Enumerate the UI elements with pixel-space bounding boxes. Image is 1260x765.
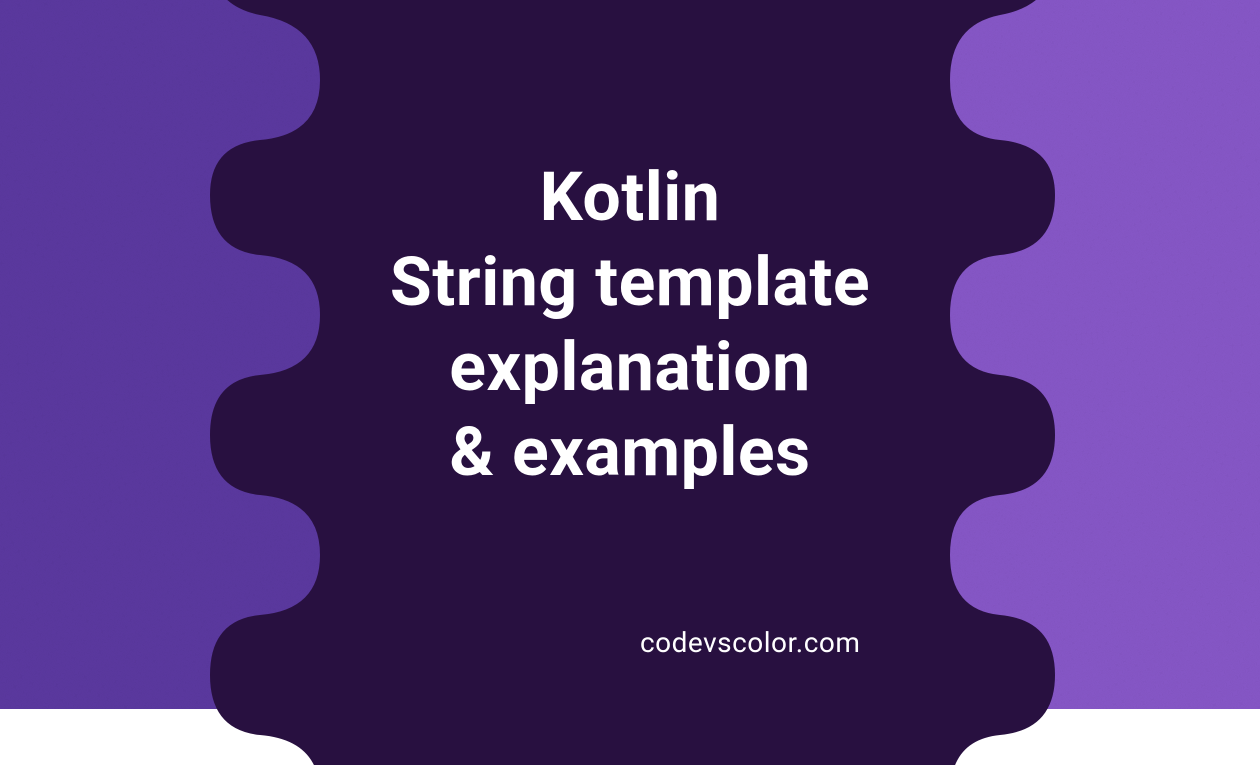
title-container: Kotlin String template explanation & exa… xyxy=(390,155,870,555)
title-line-2: String template xyxy=(390,240,870,325)
title-line-1: Kotlin xyxy=(390,155,870,240)
watermark-text: codevscolor.com xyxy=(640,626,860,659)
banner-container: Kotlin String template explanation & exa… xyxy=(0,0,1260,709)
title-line-4: & examples xyxy=(390,410,870,495)
title-line-3: explanation xyxy=(390,325,870,410)
